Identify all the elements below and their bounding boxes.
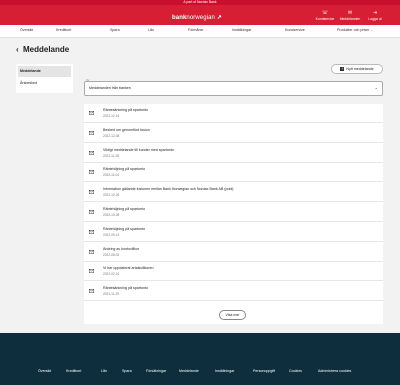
message-subject: Information gällande fusionen mellan Ban…: [103, 187, 234, 192]
footer-link[interactable]: Personuppgift: [253, 369, 275, 373]
message-row[interactable]: Räntehöjning på spartonto 2022-10-05: [84, 203, 383, 222]
nav-item-kreditkort[interactable]: Kreditkort: [56, 28, 71, 32]
message-row[interactable]: Vi har uppdaterat artalsvillkoren 2022-02…: [84, 262, 383, 282]
nav-item-spara[interactable]: Spara: [110, 28, 120, 32]
chevron-down-icon: ⌄: [374, 85, 378, 90]
header-action-label: Meddelanden: [339, 17, 361, 21]
message-row[interactable]: Information gällande fusionen mellan Ban…: [84, 183, 383, 203]
envelope-icon: [89, 150, 94, 155]
header-action-label: Logga ut: [368, 17, 382, 21]
headset-icon: ☏: [321, 10, 329, 16]
message-row[interactable]: Räntehöjning på spartonto 2022-09-13: [84, 223, 383, 242]
show-more-button[interactable]: Visa mer: [219, 310, 246, 320]
message-subject: Räntehöjning på spartonto: [103, 167, 146, 172]
footer-link[interactable]: Cookies: [289, 369, 302, 373]
footer-link[interactable]: Kreditkort: [66, 369, 81, 373]
side-menu-item[interactable]: Årsbesked: [18, 78, 71, 89]
nav-item-kundservice[interactable]: Kundservice: [285, 28, 305, 32]
main-nav: Översikt Kreditkort Spara Lån Förmåner Instäl…: [0, 25, 400, 38]
message-row[interactable]: Räntehöjning på spartonto 2022-11-04: [84, 163, 383, 183]
nav-item-label: Lån: [148, 28, 154, 32]
message-subject: Ändring av kontovillkor: [103, 246, 140, 251]
message-date: 2021-11-29: [103, 292, 120, 297]
nav-item-förmåner[interactable]: Förmåner: [188, 28, 204, 32]
message-row[interactable]: Besked om genomförd fusion 2022-12-08: [84, 124, 383, 143]
nav-item-label: Kundservice: [285, 28, 305, 32]
envelope-icon: [89, 269, 94, 274]
envelope-icon: [89, 289, 94, 294]
side-menu-item[interactable]: Meddelande: [18, 66, 71, 77]
page-title: Meddelande: [23, 45, 70, 54]
logo-arrow-icon: ↗: [216, 15, 222, 21]
envelope-icon: [89, 170, 94, 175]
footer-link[interactable]: Meddelande: [179, 369, 199, 373]
nav-item-produkter-och-priser[interactable]: Produkter och priser⌄: [337, 28, 373, 32]
header-action-logout[interactable]: ⇥ Logga ut: [364, 10, 386, 22]
logo-light: norwegian: [186, 15, 215, 21]
nav-item-översikt[interactable]: Översikt: [20, 28, 33, 32]
new-message-label: Nytt meddelande: [346, 67, 374, 71]
message-date: 2022-10-26: [103, 193, 120, 198]
side-menu: Meddelande Årsbesked: [16, 64, 73, 93]
back-arrow-icon[interactable]: ‹: [16, 46, 19, 54]
nav-item-inställningar[interactable]: Inställningar: [232, 28, 251, 32]
header-action-headset[interactable]: ☏ Kundservice: [314, 10, 336, 22]
envelope-icon: [89, 130, 94, 135]
message-date: 2022-12-08: [103, 133, 120, 138]
message-subject: Räntehöjning på spartonto: [103, 207, 146, 211]
message-row[interactable]: Räntesänkning på spartonto 2021-11-29: [84, 282, 383, 302]
message-date: 2022-02-01: [103, 272, 120, 277]
new-message-button[interactable]: + Nytt meddelande: [331, 64, 383, 74]
footer-link[interactable]: Administrera cookies: [318, 369, 351, 373]
message-subject: Besked om genomförd fusion: [103, 127, 150, 132]
message-date: 2022-12-14: [103, 114, 120, 118]
header-action-mail[interactable]: ✉ Meddelanden: [339, 10, 361, 22]
nav-item-label: Inställningar: [232, 28, 252, 32]
message-date: 2022-11-28: [103, 153, 120, 158]
mail-icon: ✉: [347, 10, 353, 16]
message-date: 2022-11-04: [103, 173, 120, 178]
footer: Översikt Kreditkort Lån Spara Försäkringar Me…: [0, 333, 400, 385]
nav-item-lån[interactable]: Lån: [148, 28, 154, 32]
message-date: 2022-08-02: [103, 252, 120, 257]
nav-item-label: Produkter och priser: [337, 28, 370, 32]
view-filter-select[interactable]: Meddelanden från banken ⌄: [84, 81, 383, 96]
footer-link[interactable]: Inställningar: [215, 369, 234, 373]
bank-norwegian-logo[interactable]: banknorwegian ↗: [172, 14, 222, 21]
message-row[interactable]: Räntesänkning på spartonto 2022-12-14: [84, 104, 383, 123]
message-row[interactable]: Ändring av kontovillkor 2022-08-02: [84, 243, 383, 262]
nav-item-label: Förmåner: [188, 28, 204, 32]
footer-link[interactable]: Spara: [122, 369, 132, 373]
message-subject: Räntesänkning på spartonto: [103, 286, 148, 291]
header-action-label: Kundservice: [315, 17, 335, 21]
message-subject: Räntehöjning på spartonto: [103, 226, 146, 231]
plus-icon: +: [340, 67, 345, 72]
message-date: 2022-09-13: [103, 232, 120, 237]
view-filter-value: Meddelanden från banken: [89, 86, 131, 90]
message-subject: Vi har uppdaterat artalsvillkoren: [103, 266, 154, 271]
message-subject: Räntesänkning på spartonto: [103, 108, 148, 112]
envelope-icon: [89, 210, 94, 214]
logo-bold: bank: [172, 15, 187, 21]
message-date: 2022-10-05: [103, 213, 120, 217]
footer-link[interactable]: Översikt: [38, 369, 51, 373]
envelope-icon: [89, 249, 94, 254]
chevron-down-icon: ⌄: [370, 28, 373, 32]
footer-link[interactable]: Försäkringar: [146, 369, 166, 373]
nav-item-label: Översikt: [20, 28, 34, 32]
footer-link[interactable]: Lån: [101, 369, 107, 373]
message-subject: Viktigt meddelande till kunder med spart…: [103, 147, 174, 152]
envelope-icon: [89, 111, 94, 115]
nav-item-label: Spara: [110, 28, 120, 32]
message-list: Räntesänkning på spartonto 2022-12-14 Besk…: [84, 104, 383, 324]
nav-item-label: Kreditkort: [56, 28, 72, 32]
envelope-icon: [89, 190, 94, 195]
message-row[interactable]: Viktigt meddelande till kunder med spart…: [84, 144, 383, 163]
envelope-icon: [89, 229, 94, 234]
logout-icon: ⇥: [372, 10, 378, 16]
